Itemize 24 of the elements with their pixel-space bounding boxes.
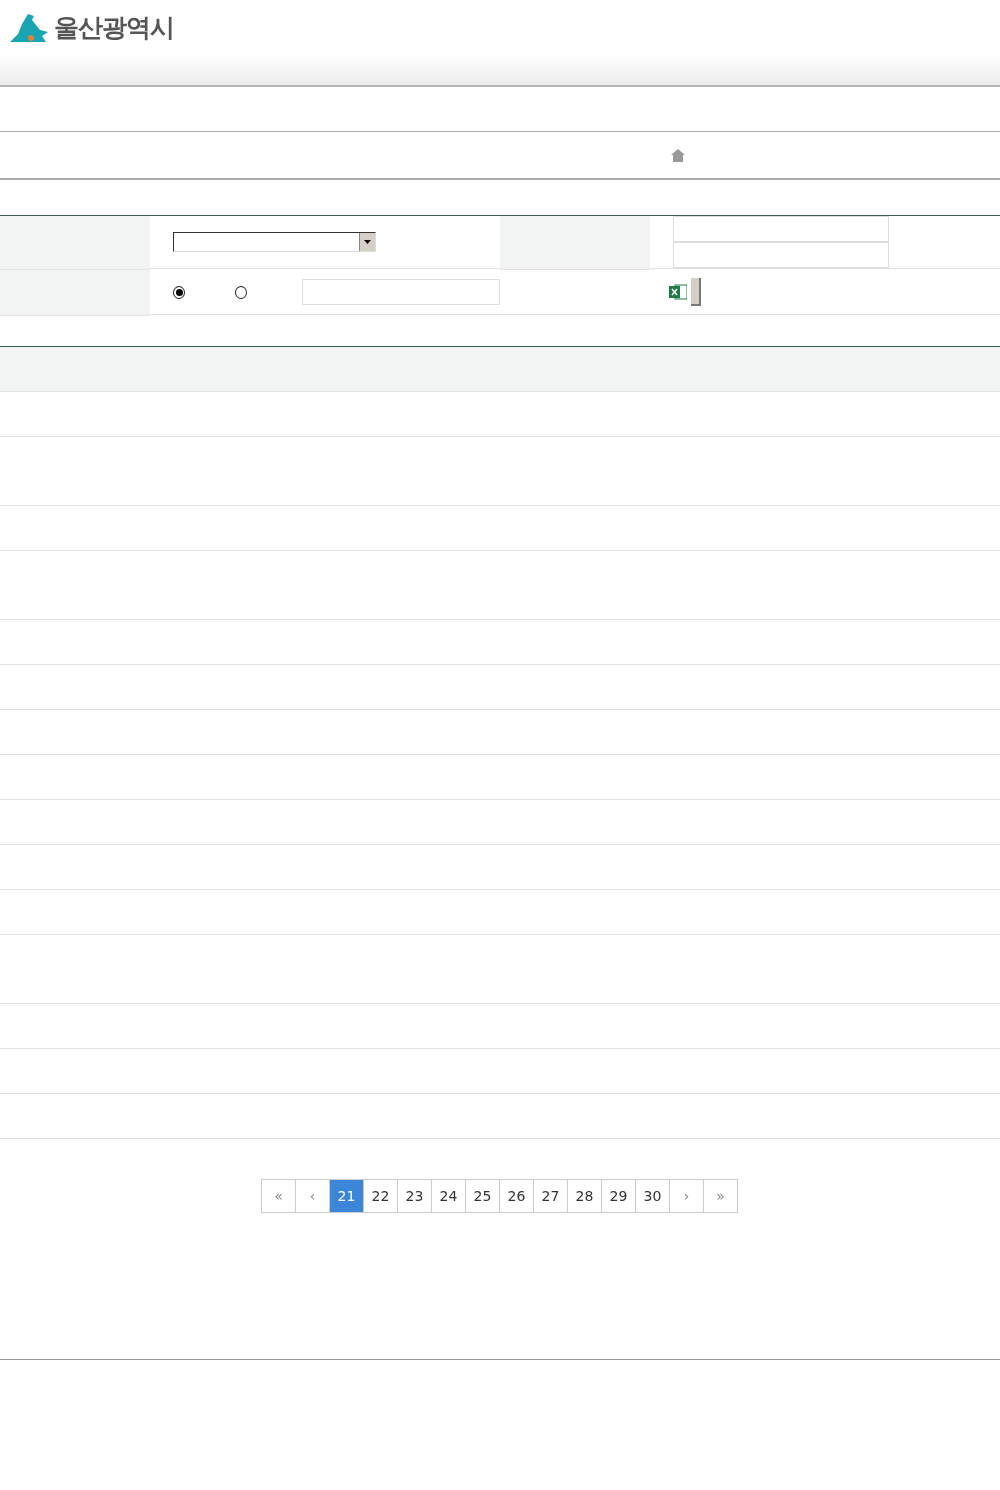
caret-icon bbox=[364, 240, 371, 244]
page-button[interactable]: 21 bbox=[329, 1179, 364, 1213]
select-field[interactable] bbox=[173, 232, 376, 252]
page-button[interactable]: 30 bbox=[635, 1179, 670, 1213]
export-button[interactable] bbox=[691, 278, 701, 306]
spreadsheet-icon[interactable] bbox=[669, 284, 687, 300]
input-field[interactable] bbox=[673, 216, 889, 243]
search-field[interactable] bbox=[302, 279, 500, 305]
page-button[interactable]: 26 bbox=[499, 1179, 534, 1213]
home-icon[interactable] bbox=[671, 148, 685, 162]
page-button[interactable]: 22 bbox=[363, 1179, 398, 1213]
logo-text[interactable]: 울산광역시 bbox=[54, 11, 174, 44]
last-page-button[interactable]: » bbox=[703, 1179, 738, 1213]
page-button[interactable]: 27 bbox=[533, 1179, 568, 1213]
page-button[interactable]: 28 bbox=[567, 1179, 602, 1213]
page-button[interactable]: 25 bbox=[465, 1179, 500, 1213]
first-page-button[interactable]: « bbox=[261, 1179, 296, 1213]
next-page-button[interactable]: › bbox=[669, 1179, 704, 1213]
logo-icon bbox=[10, 11, 48, 44]
page-button[interactable]: 24 bbox=[431, 1179, 466, 1213]
input-field[interactable] bbox=[673, 242, 889, 268]
previous-page-button[interactable]: ‹ bbox=[295, 1179, 330, 1213]
page-button[interactable]: 29 bbox=[601, 1179, 636, 1213]
page-button[interactable]: 23 bbox=[397, 1179, 432, 1213]
